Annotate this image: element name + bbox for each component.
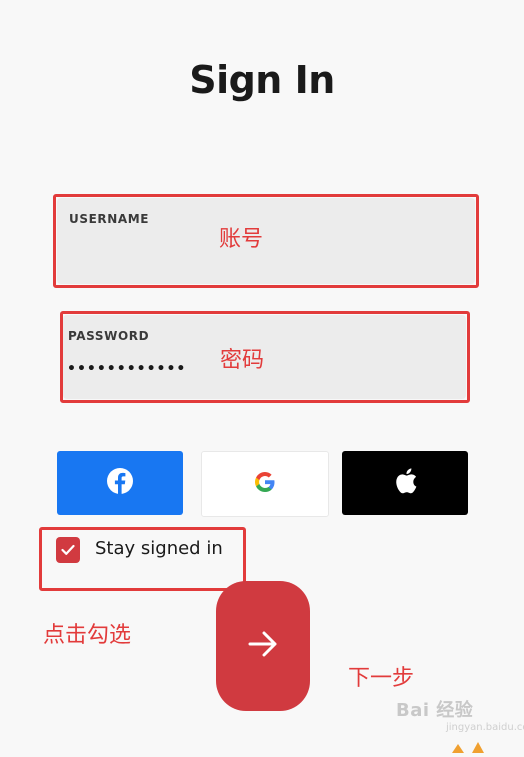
- facebook-button[interactable]: [57, 451, 183, 515]
- password-annotation-box: [60, 311, 470, 403]
- apple-icon: [392, 466, 418, 500]
- watermark-sub: jingyan.baidu.com: [446, 722, 524, 733]
- google-button[interactable]: [201, 451, 329, 517]
- google-icon: [252, 469, 278, 499]
- next-button[interactable]: [216, 581, 310, 711]
- username-annotation-box: [53, 194, 479, 288]
- next-annotation: 下一步: [348, 666, 415, 691]
- password-annotation: 密码: [220, 348, 265, 373]
- arrow-right-icon: [245, 626, 281, 666]
- facebook-icon: [106, 467, 134, 499]
- checkbox-annotation: 点击勾选: [43, 623, 132, 648]
- watermark: Bai 经验: [396, 700, 474, 721]
- checkbox-annotation-box: [39, 527, 246, 591]
- apple-button[interactable]: [342, 451, 468, 515]
- page-title: Sign In: [189, 58, 335, 102]
- username-annotation: 账号: [219, 227, 264, 252]
- corner-decoration-icon: [448, 738, 498, 757]
